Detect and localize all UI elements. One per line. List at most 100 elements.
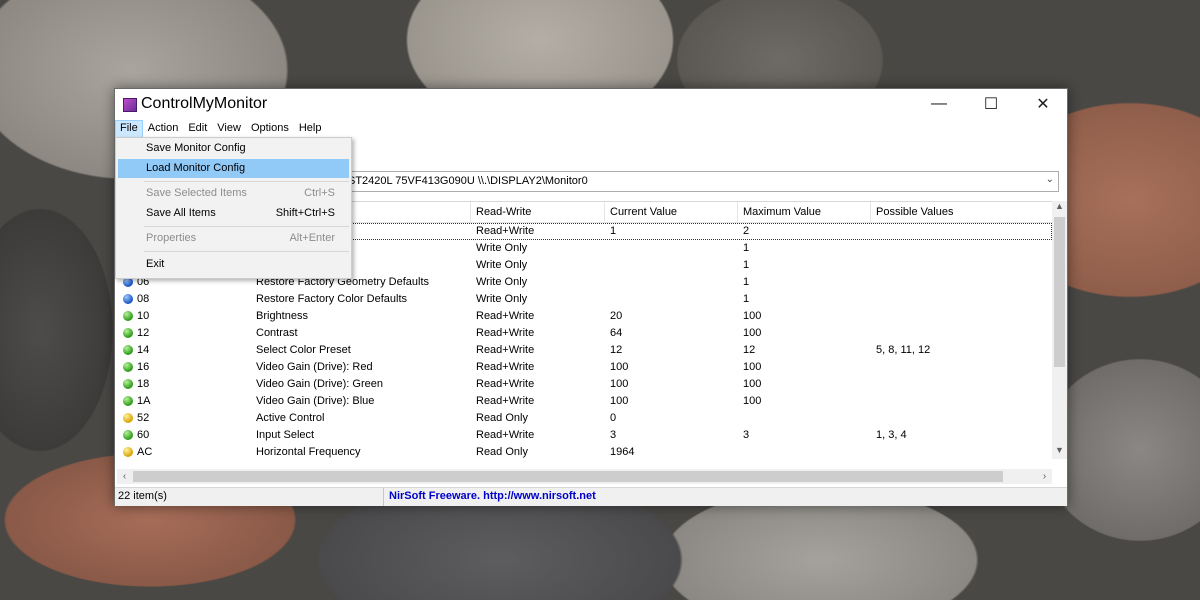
cell-code: 52 bbox=[137, 412, 150, 424]
table-row[interactable]: AC Horizontal Frequency Read Only 1964 bbox=[117, 444, 1052, 458]
cell-max: 1 bbox=[743, 293, 750, 305]
scroll-left-icon[interactable]: ‹ bbox=[117, 469, 132, 484]
cell-rw: Read Only bbox=[476, 412, 528, 424]
close-button[interactable]: ✕ bbox=[1019, 89, 1067, 119]
cell-pos bbox=[876, 359, 1046, 376]
column-header-possible-values[interactable]: Possible Values bbox=[871, 202, 1052, 222]
vertical-scrollbar[interactable]: ▲ ▼ bbox=[1052, 201, 1067, 459]
window-title: ControlMyMonitor bbox=[141, 95, 268, 112]
cell-name: Video Gain (Drive): Green bbox=[256, 378, 383, 390]
cell-rw: Read+Write bbox=[476, 429, 535, 441]
cell-name: Video Gain (Drive): Red bbox=[256, 361, 373, 373]
cell-cur: 0 bbox=[610, 412, 617, 424]
cell-code: 1A bbox=[137, 395, 151, 407]
monitor-select-value: ST2420L 75VF413G090U \\.\DISPLAY2\Monito… bbox=[348, 175, 588, 187]
menu-help[interactable]: Help bbox=[294, 120, 327, 138]
scroll-right-icon[interactable]: › bbox=[1037, 469, 1052, 484]
menu-options[interactable]: Options bbox=[246, 120, 294, 138]
cell-cur: 1 bbox=[610, 225, 617, 237]
green-status-icon bbox=[123, 396, 133, 406]
menu-save-monitor-config[interactable]: Save Monitor Config bbox=[118, 139, 349, 158]
cell-cur: 64 bbox=[610, 327, 623, 339]
status-divider bbox=[383, 488, 384, 506]
menu-exit[interactable]: Exit bbox=[118, 255, 349, 274]
title-bar[interactable]: ControlMyMonitor — ☐ ✕ bbox=[115, 89, 1067, 119]
cell-name: Video Gain (Drive): Blue bbox=[256, 395, 375, 407]
cell-name: Horizontal Frequency bbox=[256, 446, 361, 458]
scroll-down-icon[interactable]: ▼ bbox=[1052, 445, 1067, 459]
cell-code: AC bbox=[137, 446, 153, 458]
cell-code: 60 bbox=[137, 429, 150, 441]
cell-max: 2 bbox=[743, 225, 750, 237]
menu-separator bbox=[144, 251, 349, 252]
cell-cur: 100 bbox=[610, 395, 629, 407]
cell-pos bbox=[876, 308, 1046, 325]
cell-pos: 1, 3, 4 bbox=[876, 429, 907, 441]
menu-save-selected-items: Save Selected Items Ctrl+S bbox=[146, 187, 335, 199]
table-row[interactable]: 1A Video Gain (Drive): Blue Read+Write 100 1… bbox=[117, 393, 1052, 410]
column-header-maximum-value[interactable]: Maximum Value bbox=[738, 202, 871, 222]
green-status-icon bbox=[123, 362, 133, 372]
cell-code: 16 bbox=[137, 361, 150, 373]
column-header-current-value[interactable]: Current Value bbox=[605, 202, 738, 222]
cell-pos bbox=[876, 325, 1046, 342]
table-row[interactable]: 10 Brightness Read+Write 20 100 bbox=[117, 308, 1052, 325]
cell-rw: Read+Write bbox=[476, 327, 535, 339]
cell-code: 12 bbox=[137, 327, 150, 339]
cell-rw: Read+Write bbox=[476, 344, 535, 356]
cell-max: 100 bbox=[743, 378, 762, 390]
cell-rw: Write Only bbox=[476, 276, 528, 288]
chevron-down-icon[interactable]: ⌄ bbox=[1046, 174, 1054, 185]
cell-name: Active Control bbox=[256, 412, 325, 424]
cell-cur: 100 bbox=[610, 361, 629, 373]
table-row[interactable]: 14 Select Color Preset Read+Write 12 12 5, 8,… bbox=[117, 342, 1052, 359]
menu-file[interactable]: File bbox=[115, 120, 143, 138]
cell-name: Restore Factory Color Defaults bbox=[256, 293, 407, 305]
cell-pos bbox=[876, 410, 1046, 427]
cell-pos bbox=[876, 274, 1046, 291]
yellow-status-icon bbox=[123, 413, 133, 423]
cell-cur bbox=[610, 257, 737, 274]
cell-name: Brightness bbox=[256, 310, 308, 322]
table-row[interactable]: 52 Active Control Read Only 0 bbox=[117, 410, 1052, 427]
cell-cur bbox=[610, 274, 737, 291]
table-row[interactable]: 18 Video Gain (Drive): Green Read+Write 100… bbox=[117, 376, 1052, 393]
menu-separator bbox=[144, 181, 349, 182]
cell-cur: 100 bbox=[610, 378, 629, 390]
menu-separator bbox=[144, 226, 349, 227]
minimize-button[interactable]: — bbox=[915, 89, 963, 119]
cell-max: 100 bbox=[743, 361, 762, 373]
horizontal-scrollbar[interactable]: ‹ › bbox=[117, 469, 1052, 484]
table-row[interactable]: 12 Contrast Read+Write 64 100 bbox=[117, 325, 1052, 342]
file-menu-dropdown: Save Monitor Config Load Monitor Config … bbox=[115, 137, 352, 279]
table-row[interactable]: 08 Restore Factory Color Defaults Write On… bbox=[117, 291, 1052, 308]
menu-edit[interactable]: Edit bbox=[183, 120, 212, 138]
table-row[interactable]: 60 Input Select Read+Write 3 3 1, 3, 4 bbox=[117, 427, 1052, 444]
table-row[interactable]: 16 Video Gain (Drive): Red Read+Write 100 10… bbox=[117, 359, 1052, 376]
menu-save-all-items[interactable]: Save All Items Shift+Ctrl+S bbox=[118, 204, 349, 223]
cell-rw: Read+Write bbox=[476, 395, 535, 407]
green-status-icon bbox=[123, 430, 133, 440]
cell-max: 100 bbox=[743, 327, 762, 339]
cell-pos: 5, 8, 11, 12 bbox=[876, 344, 931, 356]
vertical-scroll-thumb[interactable] bbox=[1054, 217, 1065, 367]
cell-max: 100 bbox=[743, 310, 762, 322]
column-header-read-write[interactable]: Read-Write bbox=[471, 202, 605, 222]
cell-rw: Write Only bbox=[476, 293, 528, 305]
cell-code: 08 bbox=[137, 293, 150, 305]
horizontal-scroll-thumb[interactable] bbox=[133, 471, 1003, 482]
nirsoft-link[interactable]: NirSoft Freeware. http://www.nirsoft.net bbox=[389, 490, 596, 502]
cell-pos bbox=[876, 393, 1046, 410]
cell-cur bbox=[610, 291, 737, 308]
cell-pos bbox=[876, 257, 1046, 274]
status-bar: 22 item(s) NirSoft Freeware. http://www.… bbox=[115, 487, 1067, 506]
scroll-up-icon[interactable]: ▲ bbox=[1052, 201, 1067, 215]
menu-view[interactable]: View bbox=[212, 120, 246, 138]
cell-pos bbox=[876, 291, 1046, 308]
cell-rw: Read+Write bbox=[476, 310, 535, 322]
cell-pos bbox=[876, 240, 1046, 257]
maximize-button[interactable]: ☐ bbox=[967, 89, 1015, 119]
yellow-status-icon bbox=[123, 447, 133, 457]
menu-action[interactable]: Action bbox=[143, 120, 184, 138]
menu-load-monitor-config[interactable]: Load Monitor Config bbox=[118, 159, 349, 178]
